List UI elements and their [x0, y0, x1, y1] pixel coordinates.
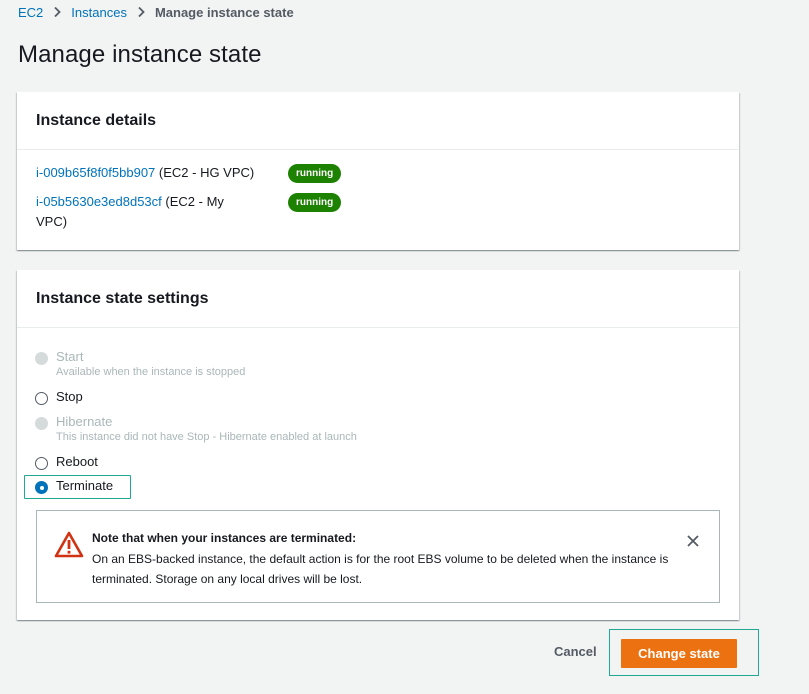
- termination-warning-alert: Note that when your instances are termin…: [36, 510, 720, 603]
- radio-desc-start: Available when the instance is stopped: [56, 366, 246, 378]
- radio-label-start: Start: [56, 349, 84, 364]
- breadcrumb-link-instances[interactable]: Instances: [71, 5, 127, 20]
- chevron-right-icon: [127, 4, 155, 20]
- instance-name: i-05b5630e3ed8d53cf (EC2 - My VPC): [36, 192, 236, 232]
- warning-icon: [54, 531, 84, 558]
- radio-hibernate: [35, 417, 48, 430]
- breadcrumb-current: Manage instance state: [154, 4, 294, 20]
- radio-label-stop[interactable]: Stop: [56, 389, 83, 404]
- breadcrumb: EC2 Instances Manage instance state: [18, 4, 294, 20]
- status-badge: running: [288, 164, 342, 183]
- instance-state-settings-header: Instance state settings: [17, 270, 739, 328]
- instance-id-link[interactable]: i-05b5630e3ed8d53cf: [36, 194, 162, 209]
- breadcrumb-link-ec2[interactable]: EC2: [18, 5, 43, 20]
- instance-vpc-label: (EC2 - HG VPC): [155, 165, 255, 180]
- change-state-button[interactable]: Change state: [621, 639, 737, 668]
- alert-body: On an EBS-backed instance, the default a…: [92, 552, 669, 586]
- radio-desc-hibernate: This instance did not have Stop - Hibern…: [56, 431, 357, 443]
- page-title: Manage instance state: [18, 41, 262, 68]
- instance-details-panel: Instance details i-009b65f8f0f5bb907 (EC…: [17, 92, 739, 250]
- chevron-right-icon: [43, 4, 71, 20]
- instance-id-link[interactable]: i-009b65f8f0f5bb907: [36, 165, 155, 180]
- status-badge: running: [288, 193, 342, 212]
- instance-details-header: Instance details: [17, 92, 739, 150]
- instance-name: i-009b65f8f0f5bb907 (EC2 - HG VPC): [36, 163, 261, 183]
- radio-stop[interactable]: [35, 392, 48, 405]
- instance-row: i-05b5630e3ed8d53cf (EC2 - My VPC) runni…: [36, 192, 342, 232]
- cancel-button[interactable]: Cancel: [554, 644, 597, 659]
- instance-state-settings-panel: Instance state settings Start Available …: [17, 270, 739, 620]
- instance-details-title: Instance details: [36, 111, 157, 129]
- radio-start: [35, 352, 48, 365]
- radio-terminate[interactable]: [35, 481, 48, 494]
- radio-label-hibernate: Hibernate: [56, 414, 113, 429]
- radio-label-terminate[interactable]: Terminate: [56, 478, 113, 493]
- manage-instance-state-page: EC2 Instances Manage instance state Mana…: [0, 0, 809, 694]
- alert-title: Note that when your instances are termin…: [92, 531, 357, 545]
- instance-row: i-009b65f8f0f5bb907 (EC2 - HG VPC) runni…: [36, 163, 342, 183]
- radio-label-reboot[interactable]: Reboot: [56, 454, 98, 469]
- radio-reboot[interactable]: [35, 457, 48, 470]
- instance-state-settings-title: Instance state settings: [36, 289, 209, 307]
- close-icon[interactable]: [685, 533, 701, 549]
